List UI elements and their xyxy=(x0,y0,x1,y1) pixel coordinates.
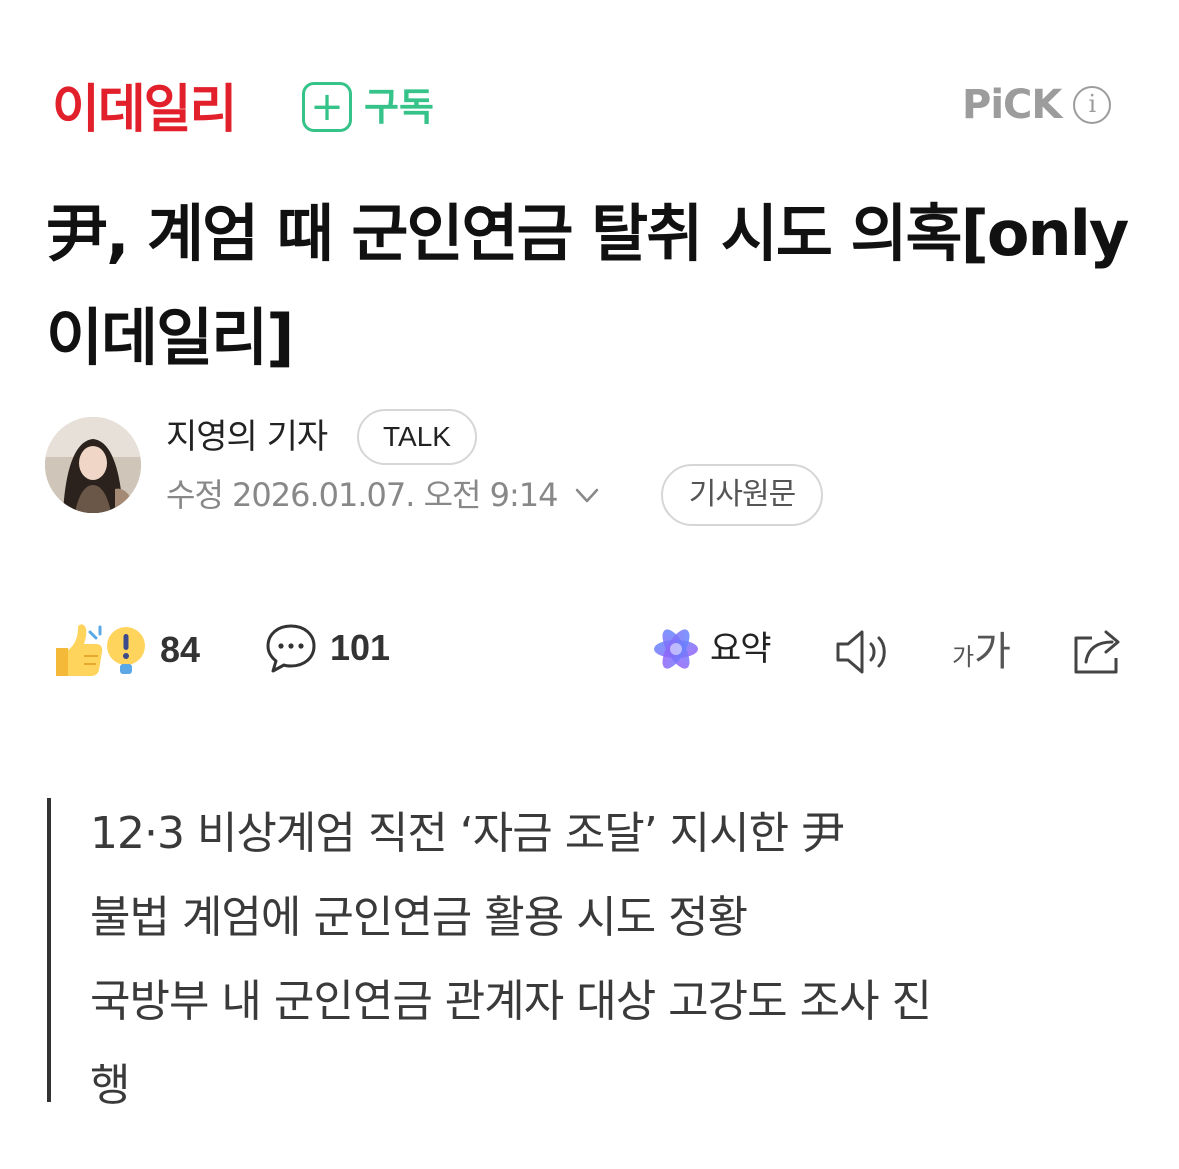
reaction-button[interactable]: 84 xyxy=(50,620,200,680)
share-icon[interactable] xyxy=(1070,624,1128,678)
summary-star-icon xyxy=(654,629,698,669)
info-icon[interactable]: i xyxy=(1073,86,1112,124)
original-article-button[interactable]: 기사원문 xyxy=(661,464,823,526)
pick-badge[interactable]: PiCK i xyxy=(962,80,1112,130)
subscribe-label: 구독 xyxy=(364,85,434,129)
summary-line: 행 xyxy=(90,1060,130,1111)
summary-line: 12·3 비상계엄 직전 ‘자금 조달’ 지시한 尹 xyxy=(90,808,845,859)
comment-icon xyxy=(266,624,316,673)
font-size-button[interactable]: 가가 xyxy=(952,622,1011,690)
summary-label: 요약 xyxy=(710,629,772,669)
font-size-small-label: 가 xyxy=(952,643,975,671)
comment-count: 101 xyxy=(330,627,391,668)
talk-button[interactable]: TALK xyxy=(357,409,477,465)
summary-quote: 12·3 비상계엄 직전 ‘자금 조달’ 지시한 尹 불법 계엄에 군인연금 활… xyxy=(90,792,1110,1128)
article-headline: 尹, 계엄 때 군인연금 탈취 시도 의혹[only 이데일리] xyxy=(46,197,1129,374)
pick-label: PiCK xyxy=(962,82,1062,128)
press-logo[interactable]: 이데일리 xyxy=(52,78,237,142)
published-date: 수정 2026.01.07. 오전 9:14 xyxy=(166,476,559,514)
avatar-photo xyxy=(45,417,141,513)
summary-line: 국방부 내 군인연금 관계자 대상 고강도 조사 진 xyxy=(90,976,932,1027)
author-name[interactable]: 지영의 기자 xyxy=(166,414,328,460)
chevron-down-icon[interactable] xyxy=(572,480,602,510)
thumbs-up-icon xyxy=(56,624,103,676)
date-line: 수정 2026.01.07. 오전 9:14 xyxy=(166,472,602,518)
summary-button[interactable]: 요약 xyxy=(652,624,772,674)
quote-bar xyxy=(47,798,51,1102)
comment-button[interactable]: 101 xyxy=(264,620,390,676)
reaction-count: 84 xyxy=(160,629,201,670)
subscribe-button[interactable]: + 구독 xyxy=(302,82,434,132)
speaker-icon[interactable] xyxy=(834,626,894,678)
author-avatar[interactable] xyxy=(45,417,141,513)
font-size-large-label: 가 xyxy=(974,629,1011,675)
plus-icon: + xyxy=(302,82,352,132)
summary-line: 불법 계엄에 군인연금 활용 시도 정황 xyxy=(90,892,748,943)
reaction-icons xyxy=(56,624,145,676)
